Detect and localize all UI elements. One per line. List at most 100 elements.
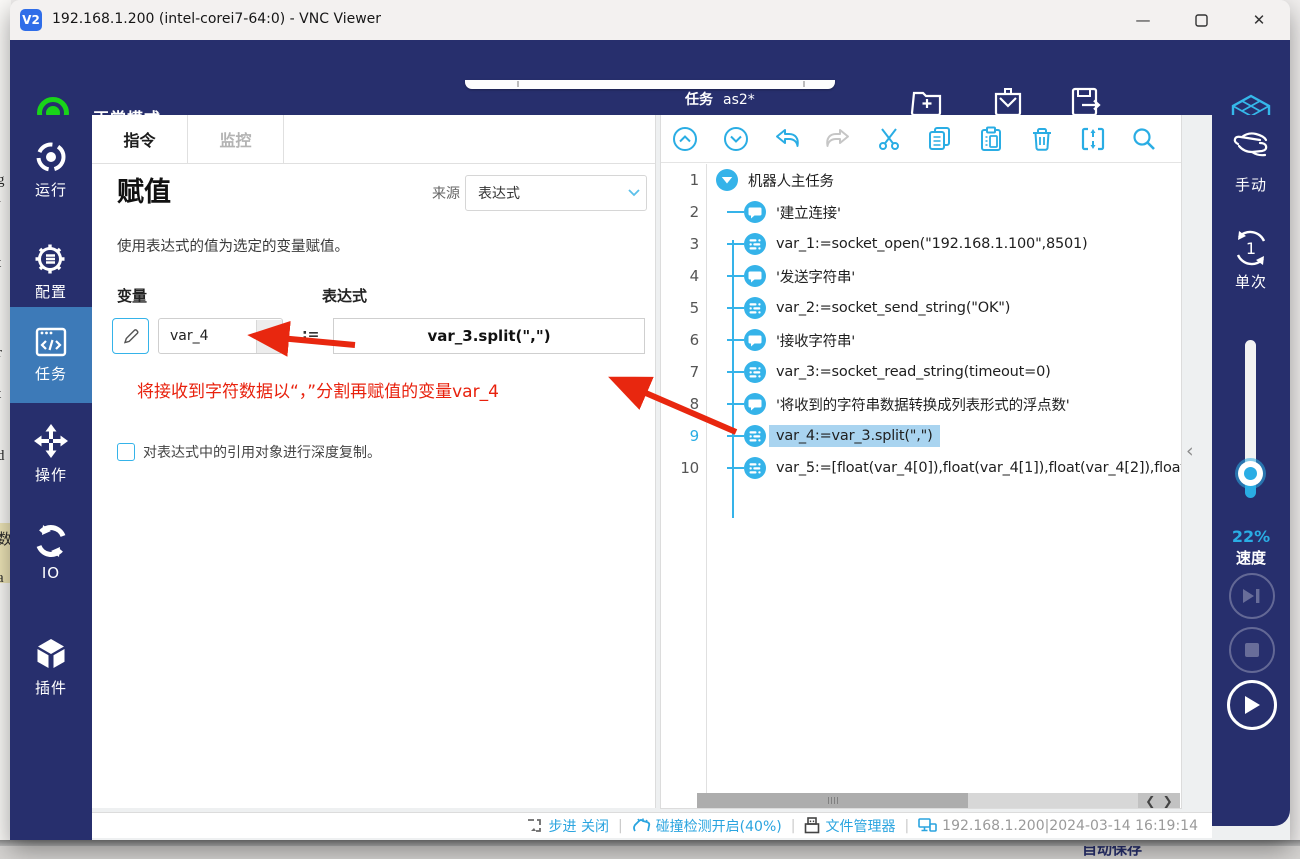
tree-row[interactable]: 4 '发送字符串' [661,260,1181,292]
sidebar-item-label: IO [42,564,60,582]
close-button[interactable]: ✕ [1236,0,1282,40]
step-icon [527,818,544,833]
statement-icon [744,233,766,255]
minimize-button[interactable]: — [1120,0,1166,40]
tree-row[interactable]: 6'接收字符串' [661,324,1181,356]
node-text[interactable]: '发送字符串' [769,263,862,290]
tree-row[interactable]: 9var_4:=var_3.split(",") [661,420,1181,452]
node-text[interactable]: '将收到的字符串数据转换成列表形式的浮点数' [769,391,1077,418]
single-label: 单次 [1212,271,1290,292]
stop-button[interactable] [1229,627,1275,673]
line-number: 8 [661,395,699,413]
delete-button[interactable] [1028,125,1056,153]
file-manager-link[interactable]: 文件管理器 [804,816,895,836]
tree-connector [727,275,744,277]
source-label: 来源 [432,183,460,203]
tree-row[interactable]: 5var_2:=socket_send_string("OK") [661,292,1181,324]
expand-all-button[interactable] [722,125,750,153]
play-icon [1243,695,1261,715]
target-icon [34,140,68,174]
node-text[interactable]: var_2:=socket_send_string("OK") [769,297,1017,319]
copy-button[interactable] [926,125,954,153]
horizontal-scrollbar[interactable] [697,793,1180,808]
sidebar-item-run[interactable]: 运行 [10,123,92,217]
open-icon [990,85,1026,119]
collision-status[interactable]: 碰撞检测开启(40%) [632,816,782,836]
variable-select[interactable]: var_4 [158,318,283,354]
search-button[interactable] [1130,125,1158,153]
tree-row[interactable]: 3var_1:=socket_open("192.168.1.100",8501… [661,228,1181,260]
node-text[interactable]: var_4:=var_3.split(",") [769,425,940,447]
collapse-all-button[interactable] [671,125,699,153]
cut-button[interactable] [875,125,903,153]
replace-button[interactable] [1079,125,1107,153]
titlebar: V2 192.168.1.200 (intel-corei7-64:0) - V… [10,0,1290,40]
scrollbar-thumb[interactable] [697,793,968,808]
tree-connector [727,467,744,469]
sidebar-item-operate[interactable]: 操作 [10,407,92,501]
tree-connector [727,403,744,405]
network-icon [918,818,937,833]
scroll-right-arrow[interactable]: ❯ [1163,794,1173,808]
play-button[interactable] [1227,680,1277,730]
line-number: 4 [661,267,699,285]
tab-monitor[interactable]: 监控 [188,115,284,163]
svg-text:1: 1 [1246,239,1256,258]
tree-connector [727,371,744,373]
tree-row[interactable]: 10var_5:=[float(var_4[0]),float(var_4[1]… [661,452,1181,484]
redo-button[interactable] [824,125,852,153]
tree-row[interactable]: 8 '将收到的字符串数据转换成列表形式的浮点数' [661,388,1181,420]
chevron-down-icon [256,320,282,353]
save-icon [1068,85,1104,119]
source-select[interactable]: 表达式 [465,175,647,211]
line-number: 7 [661,363,699,381]
tree-row[interactable]: 2'建立连接' [661,196,1181,228]
sidebar-item-config[interactable]: 配置 [10,225,92,319]
sidebar-item-plugin[interactable]: 插件 [10,620,92,714]
panel-collapse-chevron[interactable]: ‹ [1186,440,1194,462]
node-text[interactable]: '接收字符串' [769,327,862,354]
sidebar-item-io[interactable]: IO [10,505,92,599]
task-label: 任务 [685,92,713,108]
code-window-icon [33,326,69,358]
step-next-button[interactable] [1229,573,1275,619]
statusbar: 步进 关闭 | 碰撞检测开启(40%) | 文件管理器 | 192.168.1.… [92,812,1212,838]
right-sidebar: 手动 1 单次 22% 速度 [1212,115,1290,826]
single-cycle-button[interactable]: 1 单次 [1212,227,1290,292]
comment-icon [744,201,766,223]
sidebar-item-task[interactable]: 任务 [10,307,92,403]
vnc-toolbar-notch[interactable] [465,80,835,89]
file-manager-icon [804,817,820,834]
maximize-button[interactable] [1178,0,1224,40]
speed-slider-thumb[interactable] [1238,461,1263,486]
tree-connector [727,435,744,437]
left-sidebar: 运行 配置 任务 [10,115,92,840]
comment-icon [744,393,766,415]
edit-variable-button[interactable] [112,318,149,354]
undo-button[interactable] [773,125,801,153]
node-text[interactable]: '建立连接' [769,199,848,226]
node-text[interactable]: 机器人主任务 [741,167,841,194]
deep-copy-checkbox[interactable] [117,443,135,461]
node-text[interactable]: var_3:=socket_read_string(timeout=0) [769,361,1058,383]
task-tree-panel: 1机器人主任务2'建立连接'3var_1:=socket_open("192.1… [660,115,1182,809]
scroll-left-arrow[interactable]: ❮ [1145,794,1155,808]
tree-connector [727,211,744,213]
step-status[interactable]: 步进 关闭 [527,816,609,836]
expression-input[interactable]: var_3.split(",") [333,318,645,354]
tree-row[interactable]: 1机器人主任务 [661,164,1181,196]
single-cycle-icon: 1 [1230,227,1272,269]
node-text[interactable]: var_5:=[float(var_4[0]),float(var_4[1]),… [769,457,1182,479]
node-text[interactable]: var_1:=socket_open("192.168.1.100",8501) [769,233,1095,255]
move-arrows-icon [33,423,69,459]
manual-mode-button[interactable]: 手动 [1212,130,1290,195]
tree-row[interactable]: 7 var_3:=socket_read_string(timeout=0) [661,356,1181,388]
tree-connector [727,339,744,341]
statement-icon [744,297,766,319]
tab-command[interactable]: 指令 [92,115,188,163]
variable-label: 变量 [117,285,147,306]
paste-button[interactable] [977,125,1005,153]
red-annotation-text: 将接收到字符数据以“，”分割再赋值的变量var_4 [137,377,647,402]
sidebar-item-label: 操作 [35,464,67,485]
collapse-node-icon[interactable] [716,169,738,191]
